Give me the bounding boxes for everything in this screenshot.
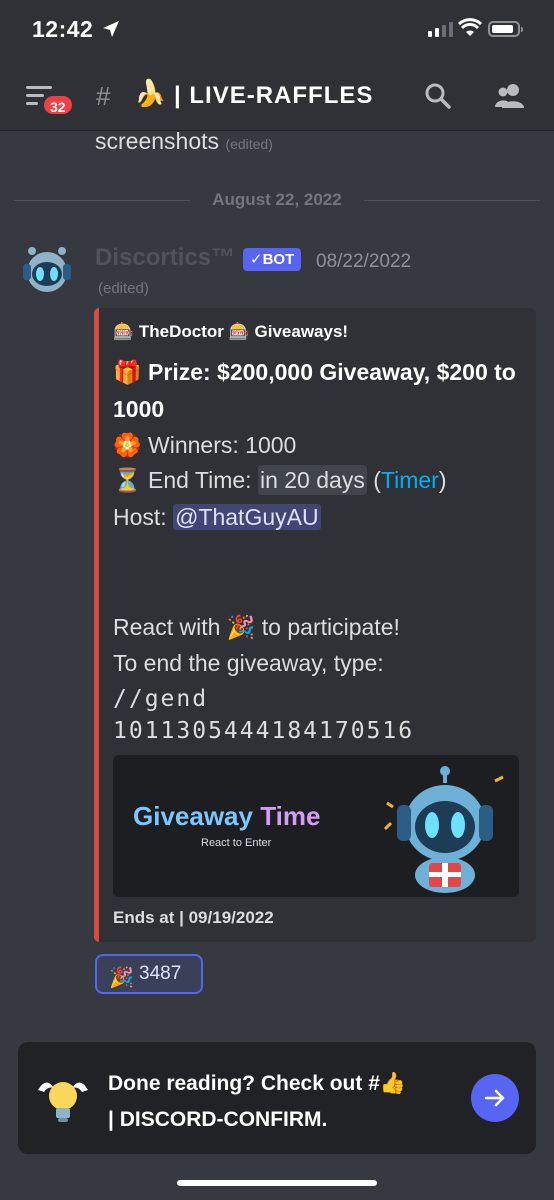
hourglass-emoji: ⏳ [113,467,142,493]
go-to-channel-button[interactable] [471,1074,519,1122]
clock: 12:42 [32,16,94,42]
arrow-right-icon [484,1089,505,1107]
channel-name[interactable]: | LIVE-RAFFLES [174,82,373,110]
done-reading-banner[interactable]: Done reading? Check out #👍 | DISCORD-CON… [18,1042,536,1154]
gend-command: //gend [113,686,209,712]
bot-tag: ✓BOT [243,248,302,271]
cellular-signal-icon [428,22,453,37]
status-bar: 12:42 [0,0,554,62]
channel-header: 32 # 🍌 | LIVE-RAFFLES [0,62,554,130]
end-instruction: To end the giveaway, type: [113,650,384,676]
giveaway-image[interactable]: Giveaway Time React to Enter [113,755,519,897]
lightbulb-icon [38,1082,88,1122]
gift-emoji: 🎁 [113,359,142,385]
location-arrow-icon [103,21,119,37]
party-popper-emoji: 🎉 [109,967,134,989]
host-line: Host: @ThatGuyAU [113,504,321,530]
previous-message-text: screenshots (edited) [95,128,273,154]
bot-avatar[interactable] [20,242,74,296]
reaction-count: 3487 [139,963,182,984]
banner-text: Done reading? Check out #👍 | DISCORD-CON… [108,1072,407,1131]
channel-emoji: 🍌 [134,78,167,108]
wifi-icon [458,18,482,36]
react-instruction: React with 🎉 to participate! [113,614,400,640]
home-indicator[interactable] [177,1180,377,1186]
date-divider: August 22, 2022 [14,188,540,212]
members-icon[interactable] [494,82,526,110]
end-time-line: ⏳ End Time: in 20 days (Timer) [113,465,447,495]
notification-badge: 32 [42,94,74,116]
embed-footer: Ends at | 09/19/2022 [113,908,274,927]
timer-link[interactable]: Timer [381,467,439,493]
text-channel-hash-icon: # [96,81,111,111]
host-mention[interactable]: @ThatGuyAU [173,504,321,530]
image-title: Giveaway Time [133,801,321,831]
embed-title: 🎁 Prize: $200,000 Giveaway, $200 to 1000 [113,359,516,422]
edited-label: (edited) [98,280,149,297]
message-timestamp: 08/22/2022 [316,251,412,272]
message-author[interactable]: Discortics™ [95,244,235,272]
date-divider-label: August 22, 2022 [212,190,342,209]
reaction-button[interactable]: 🎉 3487 [95,954,203,994]
battery-icon [488,21,523,37]
end-time-value: in 20 days [257,465,367,495]
edited-label: (edited) [225,136,273,152]
winners-line: 🏵️ Winners: 1000 [113,432,297,458]
message-id: 1011305444184170516 [113,718,415,744]
search-icon[interactable] [424,82,452,110]
party-popper-emoji: 🎉 [226,614,256,640]
giveaway-embed: 🎰 TheDoctor 🎰 Giveaways! 🎁 Prize: $200,0… [94,308,536,942]
rosette-emoji: 🏵️ [113,432,142,458]
embed-author: 🎰 TheDoctor 🎰 Giveaways! [113,322,349,341]
robot-mascot-icon [383,766,504,893]
image-subtitle: React to Enter [201,837,272,849]
